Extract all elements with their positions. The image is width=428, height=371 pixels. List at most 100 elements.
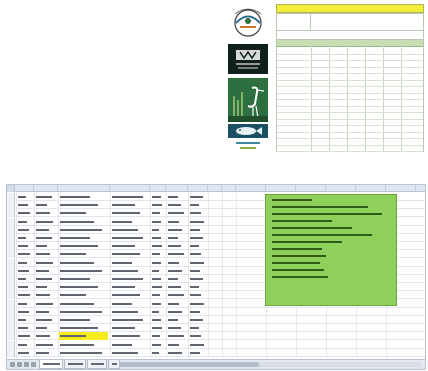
row-header[interactable]: [7, 209, 15, 218]
cell-text: [190, 196, 203, 198]
table-row[interactable]: [7, 340, 425, 349]
sheet-tab[interactable]: [87, 360, 107, 369]
tab-label: [43, 363, 60, 365]
row-header[interactable]: [7, 201, 15, 210]
table-row[interactable]: [7, 348, 425, 357]
row-header[interactable]: [7, 332, 15, 341]
cell-text: [190, 220, 204, 223]
cell-text: [168, 253, 184, 256]
record-row-line: [277, 138, 423, 139]
grid-column-line: [166, 193, 167, 358]
cell-text: [18, 245, 28, 248]
cell-text: [168, 220, 179, 223]
cell-text: [152, 212, 160, 215]
cell-text: [112, 310, 138, 313]
cell-text: [168, 327, 181, 330]
table-row[interactable]: [7, 324, 425, 333]
cell-text: [112, 253, 140, 256]
table-row[interactable]: [7, 316, 425, 324]
scrollbar-thumb[interactable]: [119, 362, 259, 367]
row-header[interactable]: [7, 299, 15, 308]
column-header-l[interactable]: [296, 185, 326, 192]
column-header-i[interactable]: [222, 185, 236, 192]
row-header[interactable]: [7, 283, 15, 292]
row-header[interactable]: [7, 225, 15, 234]
sheet-tab[interactable]: [39, 360, 63, 369]
cell-text: [112, 196, 143, 198]
tab-first-icon[interactable]: [10, 362, 15, 367]
record-row-line: [277, 151, 423, 152]
row-header[interactable]: [7, 242, 15, 251]
cell-text: [18, 327, 28, 330]
column-header-m[interactable]: [326, 185, 356, 192]
cell-text: [60, 327, 98, 330]
column-header-j[interactable]: [236, 185, 266, 192]
cell-text: [36, 245, 47, 248]
row-header[interactable]: [7, 291, 15, 300]
tab-prev-icon[interactable]: [17, 362, 22, 367]
column-header-o[interactable]: [386, 185, 416, 192]
cell-text: [168, 269, 182, 272]
logo-caption: [228, 140, 268, 152]
cell-text: [18, 310, 29, 313]
spreadsheet-grid[interactable]: [7, 193, 425, 358]
row-header[interactable]: [7, 217, 15, 226]
cell-text: [168, 228, 182, 231]
select-all-corner[interactable]: [7, 185, 15, 192]
record-row-line: [277, 105, 423, 107]
cell-text: [152, 253, 160, 256]
row-header[interactable]: [7, 316, 15, 324]
column-header-d[interactable]: [110, 185, 150, 192]
cell-text: [112, 220, 132, 223]
column-header-g[interactable]: [188, 185, 208, 192]
column-header-b[interactable]: [34, 185, 58, 192]
column-header-a[interactable]: [16, 185, 34, 192]
grid-column-line: [236, 193, 237, 358]
row-header[interactable]: [7, 234, 15, 242]
cell-text: [190, 351, 200, 354]
cell-text: [18, 228, 29, 231]
cell-text: [152, 245, 162, 248]
column-header-n[interactable]: [356, 185, 386, 192]
row-header[interactable]: [7, 324, 15, 333]
row-header[interactable]: [7, 307, 15, 316]
cell-text: [36, 237, 52, 239]
cell-text: [190, 310, 200, 313]
cell-text: [60, 286, 98, 289]
row-header[interactable]: [7, 348, 15, 357]
column-header-c[interactable]: [58, 185, 110, 192]
cell-text: [36, 302, 53, 305]
row-header[interactable]: [7, 193, 15, 201]
record-col-divider: [311, 40, 312, 151]
column-header-k[interactable]: [266, 185, 296, 192]
tab-next-icon[interactable]: [24, 362, 29, 367]
horizontal-scrollbar[interactable]: [119, 362, 421, 367]
table-row[interactable]: [7, 307, 425, 316]
cell-text: [112, 237, 143, 239]
cell-text: [36, 335, 50, 338]
record-row-line: [277, 112, 423, 113]
row-header[interactable]: [7, 258, 15, 267]
meta-row: [276, 13, 424, 31]
cell-text: [18, 204, 28, 207]
row-header[interactable]: [7, 250, 15, 259]
column-header-f[interactable]: [166, 185, 188, 192]
column-header-h[interactable]: [208, 185, 222, 192]
cell-text: [36, 253, 50, 256]
row-header[interactable]: [7, 266, 15, 275]
cell-text: [18, 302, 27, 305]
cell-text: [36, 286, 47, 289]
cell-text: [152, 269, 159, 272]
cell-text: [36, 261, 53, 264]
tab-last-icon[interactable]: [31, 362, 36, 367]
table-row[interactable]: [7, 332, 425, 341]
row-header[interactable]: [7, 340, 15, 349]
grid-column-line: [16, 193, 17, 358]
note-text-line: [272, 248, 322, 250]
cell-text: [36, 310, 49, 313]
grid-column-line: [150, 193, 151, 358]
row-header[interactable]: [7, 275, 15, 283]
column-header-e[interactable]: [150, 185, 166, 192]
grid-column-line: [188, 193, 189, 358]
sheet-tab[interactable]: [64, 360, 86, 369]
